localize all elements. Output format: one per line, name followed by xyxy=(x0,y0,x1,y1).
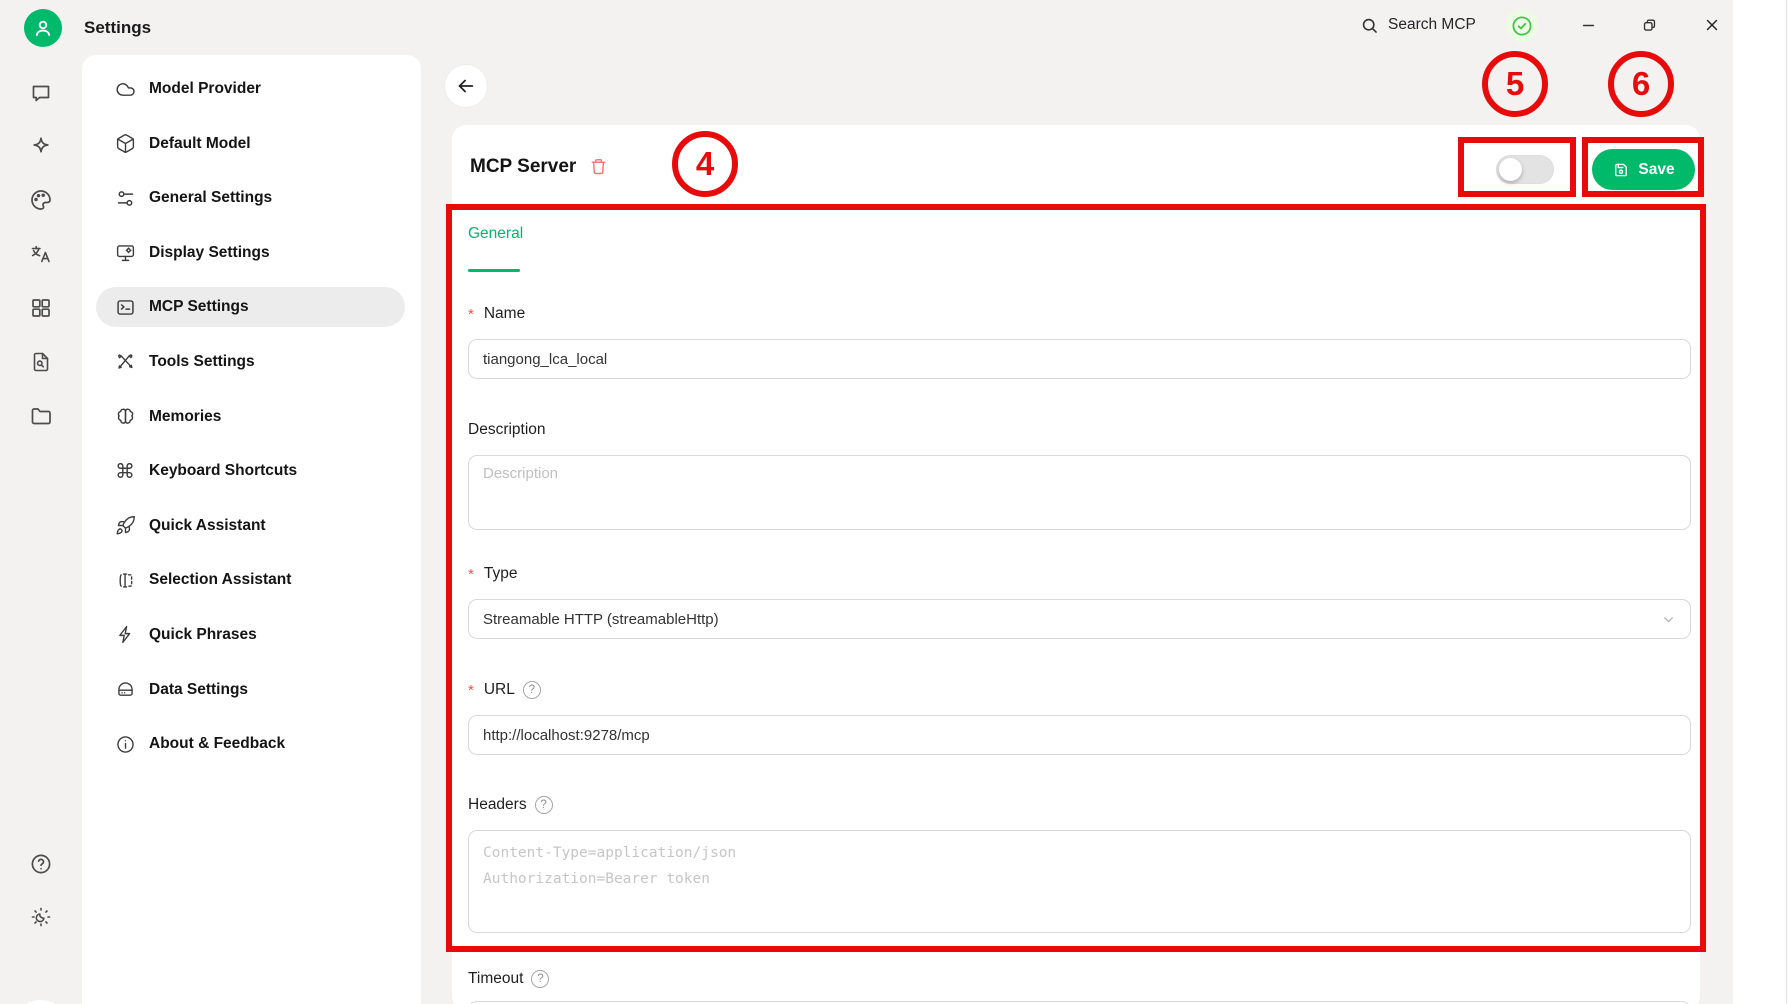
theme-toggle-icon[interactable] xyxy=(29,905,53,929)
mcp-server-card: MCP Server Save xyxy=(452,125,1700,1004)
terminal-icon xyxy=(115,297,136,318)
help-icon[interactable] xyxy=(29,852,53,876)
chat-icon[interactable] xyxy=(29,81,53,105)
display-icon xyxy=(115,242,136,263)
toggle-knob xyxy=(1499,158,1522,181)
search-label: Search MCP xyxy=(1388,16,1476,34)
title-bar: Settings Search MCP xyxy=(0,0,1733,55)
text-select-icon xyxy=(115,570,136,591)
brain-icon xyxy=(115,406,136,427)
name-input[interactable] xyxy=(468,339,1691,379)
command-icon: ⌘ xyxy=(115,461,136,482)
search-mcp[interactable]: Search MCP xyxy=(1360,0,1476,50)
server-enabled-toggle[interactable] xyxy=(1496,155,1554,184)
headers-help-icon[interactable]: ? xyxy=(535,796,553,814)
page-title: Settings xyxy=(84,0,151,55)
type-label: Type xyxy=(468,565,517,583)
server-title: MCP Server xyxy=(470,125,576,208)
headers-textarea[interactable] xyxy=(468,830,1691,933)
type-select-value: Streamable HTTP (streamableHttp) xyxy=(483,611,719,628)
url-label: URL? xyxy=(468,681,541,699)
lightning-icon xyxy=(115,624,136,645)
app-window: Settings Search MCP xyxy=(0,0,1733,1004)
sidebar-item-selection-assistant[interactable]: Selection Assistant xyxy=(96,560,405,600)
nav-rail xyxy=(0,55,82,1004)
sidebar-item-model-provider[interactable]: Model Provider xyxy=(96,69,405,109)
package-icon xyxy=(115,133,136,154)
sidebar-item-general-settings[interactable]: General Settings xyxy=(96,178,405,218)
rocket-icon xyxy=(115,515,136,536)
sidebar-item-display-settings[interactable]: Display Settings xyxy=(96,233,405,273)
check-circle-icon xyxy=(1510,14,1534,38)
translate-icon[interactable] xyxy=(29,242,53,266)
save-button[interactable]: Save xyxy=(1592,149,1695,190)
minimize-button[interactable] xyxy=(1568,0,1608,50)
person-icon xyxy=(31,16,55,40)
cloud-icon xyxy=(115,79,136,100)
sidebar-item-keyboard-shortcuts[interactable]: ⌘ Keyboard Shortcuts xyxy=(96,451,405,491)
user-avatar[interactable] xyxy=(24,9,62,47)
sidebar-item-memories[interactable]: Memories xyxy=(96,397,405,437)
sidebar-item-quick-phrases[interactable]: Quick Phrases xyxy=(96,615,405,655)
type-select[interactable]: Streamable HTTP (streamableHttp) xyxy=(468,599,1691,639)
file-search-icon[interactable] xyxy=(29,350,53,374)
headers-label: Headers? xyxy=(468,796,553,814)
sliders-icon xyxy=(115,188,136,209)
timeout-label: Timeout? xyxy=(468,970,549,988)
sidebar-item-quick-assistant[interactable]: Quick Assistant xyxy=(96,506,405,546)
sidebar-item-tools-settings[interactable]: Tools Settings xyxy=(96,342,405,382)
save-label: Save xyxy=(1638,161,1674,179)
apps-grid-icon[interactable] xyxy=(29,296,53,320)
search-icon xyxy=(1360,16,1379,35)
url-input[interactable] xyxy=(468,715,1691,755)
arrow-left-icon xyxy=(455,75,477,97)
database-icon xyxy=(115,679,136,700)
chevron-down-icon xyxy=(1661,612,1676,627)
info-icon xyxy=(115,734,136,755)
status-check-badge[interactable] xyxy=(1505,9,1538,42)
sidebar-item-mcp-settings[interactable]: MCP Settings xyxy=(96,287,405,327)
palette-icon[interactable] xyxy=(29,188,53,212)
screenshot-edge-line xyxy=(1786,0,1787,1004)
close-button[interactable] xyxy=(1692,0,1732,50)
folder-icon[interactable] xyxy=(29,404,53,428)
sidebar-item-about-feedback[interactable]: About & Feedback xyxy=(96,724,405,764)
url-help-icon[interactable]: ? xyxy=(523,681,541,699)
tab-general[interactable]: General xyxy=(468,225,523,243)
tools-icon xyxy=(115,351,136,372)
delete-server-button[interactable] xyxy=(588,156,609,177)
timeout-help-icon[interactable]: ? xyxy=(531,970,549,988)
sidebar-item-default-model[interactable]: Default Model xyxy=(96,124,405,164)
settings-sidebar: Model Provider Default Model Ge xyxy=(82,55,421,1004)
settings-gear-button[interactable] xyxy=(13,1000,69,1004)
card-header: MCP Server Save xyxy=(452,125,1700,208)
sparkle-icon[interactable] xyxy=(29,135,53,159)
maximize-button[interactable] xyxy=(1629,0,1669,50)
sidebar-item-data-settings[interactable]: Data Settings xyxy=(96,670,405,710)
description-label: Description xyxy=(468,421,546,439)
save-icon xyxy=(1612,161,1630,179)
screenshot-root: Settings Search MCP xyxy=(0,0,1788,1004)
tab-underline xyxy=(468,269,520,272)
back-button[interactable] xyxy=(444,64,488,108)
description-textarea[interactable] xyxy=(468,455,1691,530)
name-label: Name xyxy=(468,305,525,323)
